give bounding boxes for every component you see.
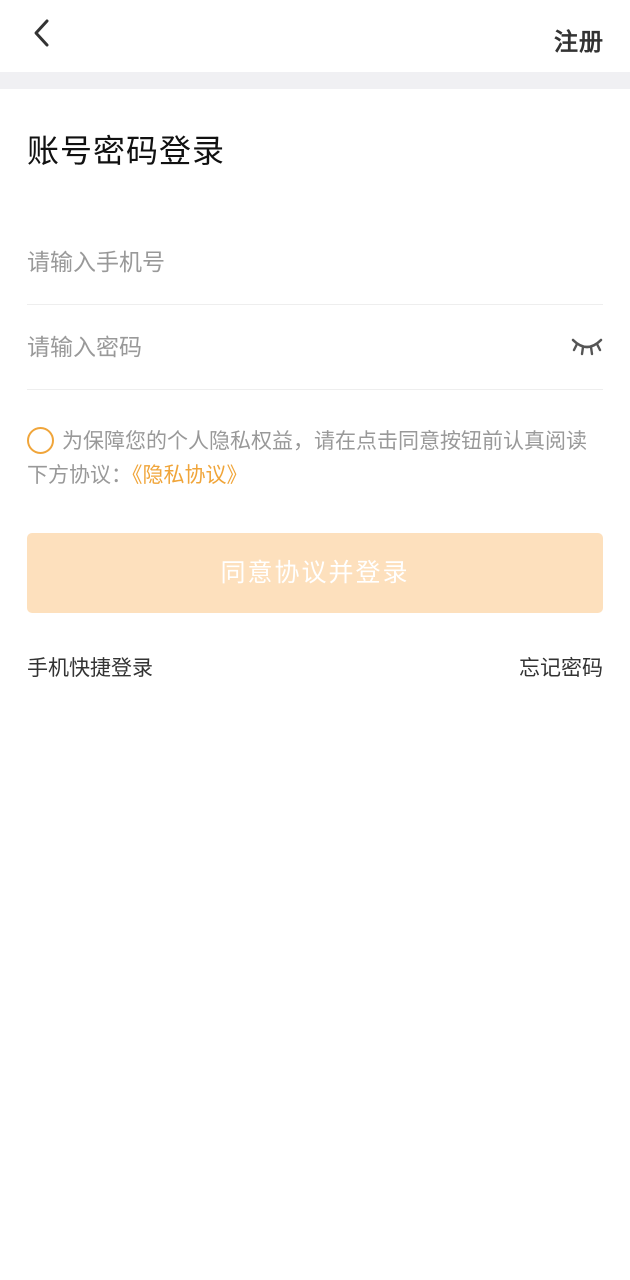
privacy-agreement-link[interactable]: 《隐私协议》: [132, 463, 248, 487]
header-divider: [0, 72, 630, 89]
top-bar: 注册: [0, 0, 630, 72]
register-link[interactable]: 注册: [554, 22, 604, 57]
back-button[interactable]: [26, 16, 60, 50]
chevron-left-icon: [34, 19, 49, 47]
phone-input[interactable]: [27, 221, 547, 305]
phone-quick-login-link[interactable]: 手机快捷登录: [27, 652, 153, 682]
forgot-password-link[interactable]: 忘记密码: [519, 652, 603, 682]
password-field: [27, 306, 603, 390]
agree-and-login-button[interactable]: 同意协议并登录: [27, 533, 603, 613]
bottom-links: 手机快捷登录 忘记密码: [27, 652, 603, 682]
agree-radio-button[interactable]: [27, 427, 54, 454]
password-visibility-toggle[interactable]: [571, 334, 603, 360]
eye-closed-icon: [571, 338, 603, 356]
phone-field: [27, 221, 603, 305]
password-input[interactable]: [27, 306, 547, 390]
privacy-agreement: 为保障您的个人隐私权益，请在点击同意按钮前认真阅读下方协议：《隐私协议》: [27, 424, 607, 492]
agreement-text: 为保障您的个人隐私权益，请在点击同意按钮前认真阅读下方协议：: [27, 429, 587, 487]
page-title: 账号密码登录: [27, 132, 226, 170]
